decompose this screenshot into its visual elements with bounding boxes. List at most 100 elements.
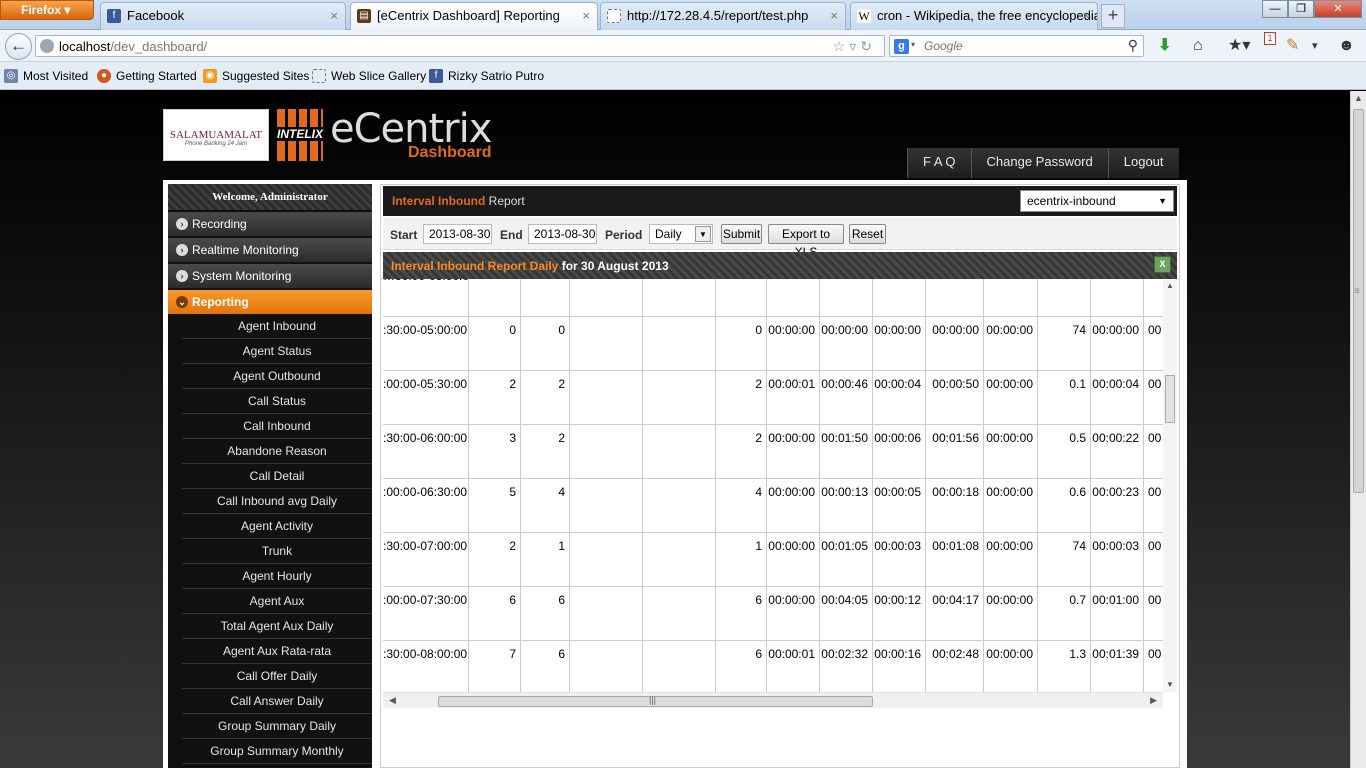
scroll-up-arrow-icon[interactable]: ▲ <box>1166 281 1174 290</box>
sidebar-item-report[interactable]: Agent Status <box>182 339 372 364</box>
table-title-highlight: Interval Inbound Report Daily <box>391 259 559 273</box>
tab-report-test[interactable]: http://172.28.4.5/report/test.php × <box>600 2 846 30</box>
table-cell: 00:00:50 <box>926 371 984 425</box>
sidebar-section-recording[interactable]: › Recording <box>168 212 372 236</box>
table-cell: 0 <box>521 317 570 371</box>
sidebar-item-report[interactable]: Agent Aux <box>182 589 372 614</box>
sidebar-item-report[interactable]: Group Summary Monthly <box>182 739 372 764</box>
sidebar-item-report[interactable]: Agent Inbound <box>182 314 372 339</box>
sidebar-item-report[interactable]: Abandone Reason <box>182 439 372 464</box>
table-row: :30:00-08:00:00 7 6 6 00:00:01 00:02:32 00:00:… <box>383 641 1163 692</box>
intelix-logo: INTELIX <box>277 109 323 161</box>
google-icon[interactable]: g <box>894 39 909 54</box>
sidebar-item-report[interactable]: Call Inbound <box>182 414 372 439</box>
scroll-up-arrow-icon[interactable]: ▲ <box>1354 93 1363 103</box>
submit-button[interactable]: Submit <box>721 224 762 244</box>
search-input[interactable] <box>924 38 1114 54</box>
expand-icon: › <box>176 244 188 256</box>
sidebar-section-reporting[interactable]: ⌄ Reporting <box>168 290 372 314</box>
search-icon[interactable]: ⚲ <box>1128 37 1138 54</box>
bookmark-most-visited[interactable]: ◎ Most Visited <box>4 69 88 83</box>
reload-icon[interactable]: ↻ <box>860 38 876 54</box>
bookmark-getting-started[interactable]: ● Getting Started <box>97 69 197 83</box>
period-select[interactable]: Daily ▼ <box>649 224 713 244</box>
sidebar-section-realtime-monitoring[interactable]: › Realtime Monitoring <box>168 238 372 262</box>
table-cell <box>570 317 643 371</box>
table-cell: 00:00:03 <box>873 533 926 587</box>
xls-icon[interactable]: X <box>1154 256 1171 273</box>
address-bar[interactable]: localhost/dev_dashboard/ ☆▿↻ <box>35 35 885 57</box>
sidebar-item-report[interactable]: Call Answer Daily <box>182 689 372 714</box>
table-cell <box>643 279 716 317</box>
close-icon[interactable]: × <box>1082 3 1090 29</box>
table-cell: 00:00:06 <box>873 425 926 479</box>
addon-badge[interactable]: 1 <box>1264 32 1276 45</box>
back-button[interactable]: ← <box>5 33 32 60</box>
search-engine-dropdown-icon[interactable]: ▾ <box>911 40 915 49</box>
service-select[interactable]: ecentrix-inbound ▼ <box>1020 190 1174 212</box>
bookmark-rizky[interactable]: f Rizky Satrio Putro <box>429 69 544 83</box>
table-cell <box>767 279 820 317</box>
end-date-input[interactable]: 2013-08-30 <box>528 224 597 244</box>
dropdown-arrow-icon[interactable]: ▿ <box>849 38 860 54</box>
scrollbar-thumb[interactable] <box>1353 109 1364 493</box>
overflow-menu-icon[interactable]: ▾ <box>1312 37 1318 55</box>
bookmark-web-slice-gallery[interactable]: Web Slice Gallery <box>312 69 426 83</box>
scrollbar-thumb[interactable] <box>1165 375 1175 423</box>
logout-link[interactable]: Logout <box>1107 148 1179 178</box>
download-icon[interactable]: ⬇ <box>1158 37 1171 55</box>
addon-icon[interactable]: ✎ <box>1286 37 1299 55</box>
table-cell: 1 <box>521 533 570 587</box>
table-vertical-scrollbar[interactable]: ▲ ▼ <box>1163 279 1177 692</box>
sidebar-item-report[interactable]: Agent Aux Rata-rata <box>182 639 372 664</box>
table-cell <box>469 279 521 317</box>
sidebar-item-report[interactable]: Call Inbound avg Daily <box>182 489 372 514</box>
start-date-input[interactable]: 2013-08-30 <box>423 224 492 244</box>
new-tab-button[interactable]: + <box>1101 4 1125 28</box>
tab-ecentrix-reporting[interactable]: ▤ [eCentrix Dashboard] Reporting × <box>350 2 598 30</box>
close-icon[interactable]: × <box>582 3 590 29</box>
firefox-menu-button[interactable]: Firefox ▾ <box>0 0 94 20</box>
search-bar[interactable]: g ▾ ⚲ <box>889 35 1144 57</box>
bookmarks-menu-icon[interactable]: ★▾ <box>1228 37 1250 55</box>
faq-link[interactable]: F A Q <box>907 148 971 178</box>
sidebar-item-report[interactable]: Agent Outbound <box>182 364 372 389</box>
table-cell <box>643 317 716 371</box>
table-cell: 0.6 <box>1038 479 1091 533</box>
scroll-right-arrow-icon[interactable]: ▶ <box>1150 695 1157 706</box>
sidebar-section-system-monitoring[interactable]: › System Monitoring <box>168 264 372 288</box>
table-horizontal-scrollbar[interactable]: ◀ ||| ▶ <box>383 692 1163 708</box>
scroll-left-arrow-icon[interactable]: ◀ <box>389 695 396 706</box>
sidebar-item-report[interactable]: Total Agent Aux Daily <box>182 614 372 639</box>
tab-facebook[interactable]: f Facebook × <box>100 2 346 30</box>
tab-cron-wikipedia[interactable]: W cron - Wikipedia, the free encyclopedi… <box>850 2 1098 30</box>
table-cell: 1 <box>716 533 767 587</box>
page-vertical-scrollbar[interactable]: ▲ ≡ <box>1350 91 1366 768</box>
close-icon[interactable]: × <box>330 3 338 29</box>
table-cell: 2 <box>716 371 767 425</box>
sidebar-item-report[interactable]: Agent Hourly <box>182 564 372 589</box>
sidebar-item-report[interactable]: Call Offer Daily <box>182 664 372 689</box>
sidebar-item-report[interactable]: Trunk <box>182 539 372 564</box>
table-cell: 00:00:00 <box>767 425 820 479</box>
export-xls-button[interactable]: Export to XLS <box>768 224 844 259</box>
bookmark-suggested-sites[interactable]: ◉ Suggested Sites <box>203 69 309 83</box>
table-cell: 00:00:00 <box>767 587 820 641</box>
scroll-down-arrow-icon[interactable]: ▼ <box>1166 680 1174 689</box>
sidebar-item-report[interactable]: Group Summary Daily <box>182 714 372 739</box>
sidebar-item-report[interactable]: Call Detail <box>182 464 372 489</box>
tab-title: cron - Wikipedia, the free encyclopedia <box>877 8 1098 23</box>
reset-button[interactable]: Reset <box>849 224 886 244</box>
report-title-highlight: Interval Inbound <box>392 194 486 208</box>
bookmark-star-icon[interactable]: ☆ <box>833 38 850 54</box>
minimize-button[interactable]: — <box>1262 0 1288 18</box>
close-icon[interactable]: × <box>830 3 838 29</box>
window-close-button[interactable]: ✕ <box>1314 0 1362 18</box>
home-icon[interactable]: ⌂ <box>1193 37 1203 55</box>
maximize-button[interactable]: ❐ <box>1288 0 1314 18</box>
change-password-link[interactable]: Change Password <box>970 148 1108 178</box>
sidebar-item-report[interactable]: Agent Activity <box>182 514 372 539</box>
user-status-icon[interactable]: ☻ <box>1338 37 1355 55</box>
sidebar-item-report[interactable]: Call Status <box>182 389 372 414</box>
table-row: :00:00-05:30:00 2 2 2 00:00:01 00:00:46 00:00:… <box>383 371 1163 425</box>
